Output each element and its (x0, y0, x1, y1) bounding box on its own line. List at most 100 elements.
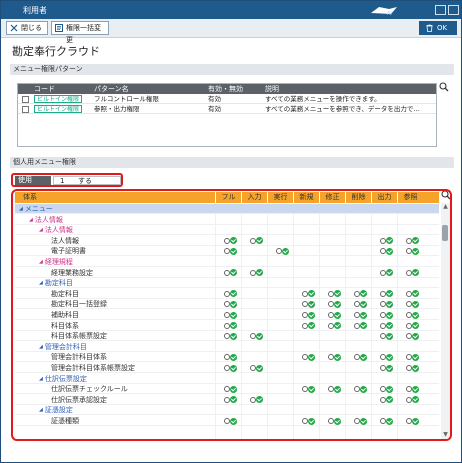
check-icon[interactable] (386, 332, 393, 340)
check-icon[interactable] (412, 332, 419, 340)
tree-row[interactable]: 仕訳伝票チェックルール (15, 384, 439, 395)
tree-row[interactable]: 管理会計科目体系帳票設定 (15, 363, 439, 373)
check-icon[interactable] (230, 396, 237, 404)
check-icon[interactable] (360, 385, 367, 393)
tree-label[interactable]: 電子証明書 (51, 246, 86, 256)
tree-label[interactable]: 科目体系帳票設定 (51, 331, 107, 341)
tree-label[interactable]: 仕訳伝票設定 (39, 374, 87, 385)
tree-row[interactable]: 科目体系 (15, 321, 439, 331)
check-icon[interactable] (230, 385, 237, 393)
tree-label[interactable]: 勘定科目 (51, 289, 79, 299)
check-icon[interactable] (412, 364, 419, 372)
check-icon[interactable] (308, 290, 315, 298)
tree-label[interactable]: 仕訳伝票承認設定 (51, 395, 107, 405)
check-icon[interactable] (360, 311, 367, 319)
tree-label[interactable]: 管理会計科目体系 (51, 352, 107, 362)
col-ref[interactable]: 参照 (397, 192, 423, 203)
check-icon[interactable] (412, 385, 419, 393)
check-icon[interactable] (360, 290, 367, 298)
tree-row[interactable]: メニュー (15, 204, 439, 214)
tree-label[interactable]: 証憑種類 (51, 416, 79, 426)
tree-row[interactable]: 勘定科目一括登録 (15, 299, 439, 310)
check-icon[interactable] (386, 237, 393, 245)
table-row[interactable]: ビルトイン権限 フルコントロール権限 有効 すべての業務メニューを操作できます。 (18, 94, 436, 104)
check-icon[interactable] (230, 247, 237, 255)
tree-row[interactable]: 仕訳伝票承認設定 (15, 395, 439, 405)
check-icon[interactable] (360, 322, 367, 330)
check-icon[interactable] (230, 353, 237, 361)
check-icon[interactable] (230, 237, 237, 245)
tree-label[interactable]: 科目体系 (51, 321, 79, 331)
check-icon[interactable] (256, 269, 263, 277)
check-icon[interactable] (386, 247, 393, 255)
tree-label[interactable]: メニュー (19, 204, 53, 215)
check-icon[interactable] (386, 417, 393, 425)
check-icon[interactable] (386, 311, 393, 319)
tree-label[interactable]: 補助科目 (51, 310, 79, 320)
tree-label[interactable]: 勘定科目一括登録 (51, 299, 107, 309)
tree-row[interactable]: 証憑設定 (15, 405, 439, 416)
check-icon[interactable] (386, 385, 393, 393)
check-icon[interactable] (386, 353, 393, 361)
check-icon[interactable] (308, 300, 315, 308)
tree-row[interactable]: 仕訳伝票設定 (15, 374, 439, 384)
check-icon[interactable] (412, 237, 419, 245)
check-icon[interactable] (412, 247, 419, 255)
check-icon[interactable] (334, 385, 341, 393)
tree-label[interactable]: 管理会計科目体系帳票設定 (51, 363, 135, 373)
check-icon[interactable] (360, 300, 367, 308)
scroll-up-arrow[interactable]: ▲ (441, 203, 450, 211)
check-icon[interactable] (334, 322, 341, 330)
check-icon[interactable] (308, 322, 315, 330)
col-new[interactable]: 新規 (293, 192, 319, 203)
check-icon[interactable] (230, 300, 237, 308)
check-icon[interactable] (230, 332, 237, 340)
check-icon[interactable] (386, 322, 393, 330)
tree-label[interactable]: 管理会計科目 (39, 342, 87, 353)
use-select[interactable]: 1 する (53, 176, 121, 185)
check-icon[interactable] (386, 269, 393, 277)
window-minimize-button[interactable] (435, 5, 446, 15)
check-icon[interactable] (386, 300, 393, 308)
check-icon[interactable] (412, 311, 419, 319)
tree-label[interactable]: 法人情報 (29, 215, 63, 226)
tree-row[interactable]: 法人情報 (15, 225, 439, 236)
bulk-permission-button[interactable]: 権限一括変更 (51, 21, 109, 44)
vertical-scrollbar[interactable]: ▲ ▼ (441, 203, 450, 439)
tree-row[interactable]: 勘定科目 (15, 278, 439, 289)
check-icon[interactable] (412, 290, 419, 298)
tree-row[interactable]: 科目体系帳票設定 (15, 331, 439, 342)
check-icon[interactable] (256, 396, 263, 404)
check-icon[interactable] (230, 290, 237, 298)
check-icon[interactable] (412, 353, 419, 361)
row-checkbox[interactable] (22, 95, 29, 103)
check-icon[interactable] (308, 385, 315, 393)
check-icon[interactable] (256, 237, 263, 245)
tree-label[interactable]: 法人情報 (51, 236, 79, 246)
col-full[interactable]: フル (215, 192, 241, 203)
check-icon[interactable] (412, 269, 419, 277)
check-icon[interactable] (334, 417, 341, 425)
check-icon[interactable] (334, 290, 341, 298)
scroll-down-arrow[interactable]: ▼ (441, 431, 450, 439)
check-icon[interactable] (256, 332, 263, 340)
check-icon[interactable] (256, 364, 263, 372)
check-icon[interactable] (360, 417, 367, 425)
row-checkbox[interactable] (22, 105, 29, 113)
check-icon[interactable] (308, 311, 315, 319)
tree-label[interactable]: 経理規程 (39, 257, 73, 268)
tree-label[interactable]: 経理業務設定 (51, 268, 93, 278)
tree-label[interactable]: 仕訳伝票チェックルール (51, 384, 128, 394)
check-icon[interactable] (230, 364, 237, 372)
check-icon[interactable] (412, 322, 419, 330)
tree-row[interactable]: 勘定科目 (15, 289, 439, 299)
check-icon[interactable] (282, 247, 289, 255)
check-icon[interactable] (230, 322, 237, 330)
tree-row[interactable]: 補助科目 (15, 310, 439, 320)
tree-row[interactable]: 電子証明書 (15, 246, 439, 257)
tree-row[interactable]: 管理会計科目体系 (15, 352, 439, 363)
check-icon[interactable] (334, 311, 341, 319)
tree-row[interactable]: 法人情報 (15, 236, 439, 246)
check-icon[interactable] (412, 300, 419, 308)
check-icon[interactable] (334, 353, 341, 361)
